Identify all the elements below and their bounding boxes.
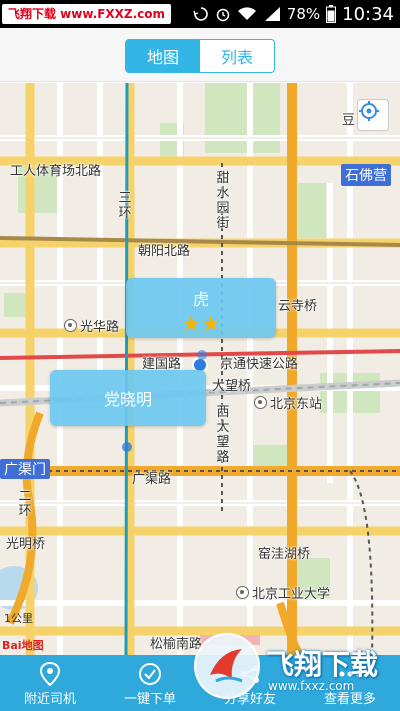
more-icon: [339, 671, 361, 677]
map-scale: 1公里: [4, 612, 33, 625]
star-icon: ★: [201, 312, 221, 337]
map-label: 豆: [342, 113, 356, 128]
signal-icon: [264, 7, 280, 21]
map-label: 广渠路: [132, 472, 172, 487]
battery-percent: 78%: [286, 5, 321, 23]
status-icons: 78% 10:34: [193, 0, 394, 28]
baidu-logo: Bai地图: [2, 639, 44, 652]
map-label: 光明桥: [6, 537, 46, 552]
clock: 10:34: [342, 3, 394, 25]
star-icon: ★: [181, 312, 201, 337]
tab-share-friends[interactable]: 分享好友: [200, 655, 300, 711]
tab-nearby-drivers[interactable]: 附近司机: [0, 655, 100, 711]
view-toggle: 地图 列表: [125, 39, 275, 73]
rating-stars: ★★: [126, 314, 276, 336]
wifi-icon: [237, 7, 256, 20]
station-icon: [254, 396, 267, 409]
tab-label: 附近司机: [23, 692, 76, 707]
map-label: 光华路: [64, 316, 119, 335]
tab-view-more[interactable]: 查看更多: [300, 655, 400, 711]
station-icon: [64, 319, 77, 332]
tab-map[interactable]: 地图: [126, 40, 200, 72]
map-label: 工人体育场北路: [10, 164, 102, 179]
station-icon: [236, 586, 249, 599]
map-label: 京通快速公路: [220, 357, 299, 372]
map-label: 大望桥: [212, 379, 252, 394]
driver-name: 党晓明: [103, 390, 152, 409]
map-label: 松榆南路: [150, 637, 203, 652]
tab-list[interactable]: 列表: [200, 40, 274, 72]
locate-button[interactable]: [357, 99, 389, 131]
map-label: 朝阳北路: [138, 244, 191, 259]
map-label: 石佛营: [341, 164, 391, 186]
share-icon: [241, 665, 259, 683]
bottom-tab-bar: 附近司机 一键下单 分享好友 查看更多: [0, 655, 400, 711]
location-pin-icon: [40, 662, 60, 686]
map-label: 北京工业大学: [236, 583, 330, 602]
map-label: 广渠门: [0, 459, 50, 479]
map-label: 甜水园街: [216, 171, 230, 231]
map-label: 窑洼湖桥: [258, 547, 311, 562]
check-circle-icon: [139, 663, 161, 685]
tab-label: 分享好友: [223, 692, 276, 707]
status-bar: 飞翔下载 www.FXXZ.com 78% 10:34: [0, 0, 400, 28]
map-label: 北京东站: [254, 393, 322, 412]
map-label: 西大望路: [216, 405, 230, 465]
alarm-icon: [216, 8, 230, 22]
tab-label: 查看更多: [323, 692, 376, 707]
top-header: 地图 列表: [0, 28, 400, 82]
tab-label: 一键下单: [123, 692, 176, 707]
locate-icon: [359, 101, 379, 121]
driver-marker[interactable]: 虎 ★★: [126, 278, 276, 338]
site-watermark: 飞翔下载 www.FXXZ.com: [2, 4, 172, 24]
battery-icon: [326, 5, 337, 23]
tab-one-click-order[interactable]: 一键下单: [100, 655, 200, 711]
sync-icon: [193, 7, 208, 21]
map-view[interactable]: 工人体育场北路 三环 朝阳北路 甜水园街 光华路 云寺桥 建国路 京通快速公路 …: [0, 83, 400, 655]
map-label: 云寺桥: [278, 299, 318, 314]
driver-marker[interactable]: 党晓明: [50, 370, 206, 426]
map-label: 二环: [18, 489, 32, 519]
map-label: 三环: [118, 191, 132, 221]
driver-name: 虎: [192, 290, 209, 309]
